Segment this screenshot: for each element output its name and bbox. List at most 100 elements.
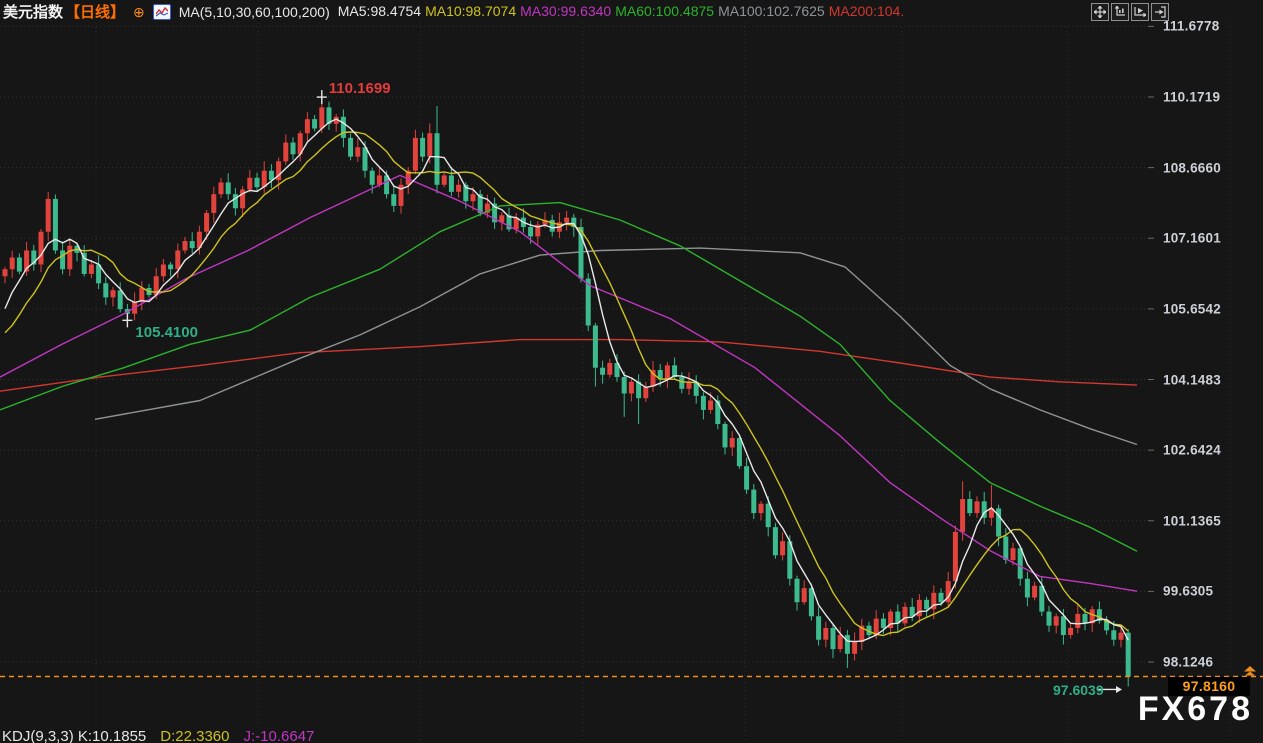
candle-body [355,147,361,157]
ma-values-row: MA5:98.4754 MA10:98.7074 MA30:99.6340 MA60:… [338,3,908,21]
chart-type-icon[interactable] [152,3,171,20]
candle-body [312,119,318,129]
chart-header: 美元指数 【日线】 ⊕ MA(5,10,30,60,100,200) MA5:9… [0,0,1263,23]
ma-line [4,118,1129,643]
candle-body [801,588,807,603]
candle-body [600,367,606,375]
ma-slow-layer [0,247,1138,446]
candle-body [1111,630,1117,640]
period-selector[interactable]: 【日线】 [65,1,125,22]
price-axis-label: 108.6660 [1163,160,1221,176]
price-axis-label: 104.1483 [1163,372,1221,387]
price-up-arrow-icon [1244,665,1256,672]
candle-body [909,606,915,617]
candle-body [67,245,73,270]
candle-body [679,377,685,389]
candle-body [1003,536,1009,560]
ma-line [94,247,1138,446]
pan-icon[interactable] [1091,3,1109,21]
price-axis-label: 101.1365 [1163,513,1221,529]
candle-body [902,606,908,624]
candle-body [744,466,750,490]
kdj-value-label: D:22.3360 [160,728,230,743]
candle-body [938,592,944,603]
high-price-annotation: 110.1699 [328,80,391,98]
last-low-annotation: 97.6039 [1053,682,1104,699]
candle-body [729,438,735,448]
candle-body [304,119,310,134]
candle-body [758,503,764,514]
candle-body [369,170,375,185]
candle-body [348,137,354,157]
candle-body [1118,632,1124,640]
candle-body [160,264,166,277]
axis-scale-left-icon[interactable] [1111,3,1129,21]
candle-body [427,133,433,157]
candle-body [52,198,58,251]
candle-body [664,365,670,380]
chart-toolbar [1091,3,1169,21]
candle-body [1017,548,1023,579]
candle-body [643,386,649,399]
candle-body [448,175,454,192]
price-axis-label: 107.1601 [1163,230,1221,246]
candle-body [1046,611,1052,626]
ma-value-label: MA10:98.7074 [425,2,517,19]
candle-body [1068,627,1074,636]
candle-body [319,107,325,129]
candles-layer [2,97,1131,687]
exit-chart-icon[interactable] [1151,3,1169,21]
candle-body [290,142,296,155]
candle-body [1060,616,1066,636]
candle-body [470,194,476,202]
candle-body [852,642,858,654]
fx678-watermark: FX678 [1137,690,1253,728]
candle-body [808,588,814,617]
candle-body [873,618,879,636]
candle-body [16,257,22,272]
price-axis-label: 99.6305 [1163,583,1214,599]
kdj-value-label: J:-10.6647 [243,728,315,743]
candle-body [715,400,721,424]
axis-scale-right-icon[interactable] [1131,3,1149,21]
candle-body [247,177,253,190]
price-axis-label: 105.6542 [1163,301,1221,317]
ma-value-label: MA200:104. [828,2,905,19]
candle-body [362,147,368,171]
candle-body [837,635,843,650]
candle-body [189,241,195,249]
candle-body [816,616,822,640]
grid-layer [0,23,1231,743]
candle-body [175,250,181,270]
candle-body [110,290,116,298]
candle-body [254,177,260,188]
candle-body [736,438,742,467]
candle-body [2,269,8,277]
kdj-indicator-row: KDJ(9,3,3) K:10.1855 D:22.3360 J:-10.6647 [2,728,314,743]
low-price-annotation: 105.4100 [135,324,198,342]
candle-body [772,527,778,556]
candle-body [621,377,627,394]
candle-body [952,531,958,582]
candle-body [225,182,231,195]
candle-body [117,290,123,310]
candle-body [830,627,836,650]
ma-value-label: MA100:102.7625 [718,2,825,19]
candle-body [441,175,447,185]
candle-body [168,264,174,270]
candle-body [420,137,426,157]
price-axis-label: 110.1719 [1163,89,1221,105]
ma-value-label: MA60:100.4875 [615,2,715,19]
add-indicator-icon[interactable]: ⊕ [133,5,145,19]
candle-body [38,231,44,265]
candle-body [844,635,850,654]
candle-body [765,503,771,528]
price-up-arrow-icon [1245,671,1255,676]
chart-window: 美元指数 【日线】 ⊕ MA(5,10,30,60,100,200) MA5:9… [0,0,1263,743]
candle-body [607,363,613,375]
candlestick-chart[interactable] [0,0,1263,743]
candle-body [592,325,598,368]
candle-body [880,618,886,628]
symbol-title: 美元指数 [3,4,64,21]
ma-value-label: MA30:99.6340 [520,2,612,19]
